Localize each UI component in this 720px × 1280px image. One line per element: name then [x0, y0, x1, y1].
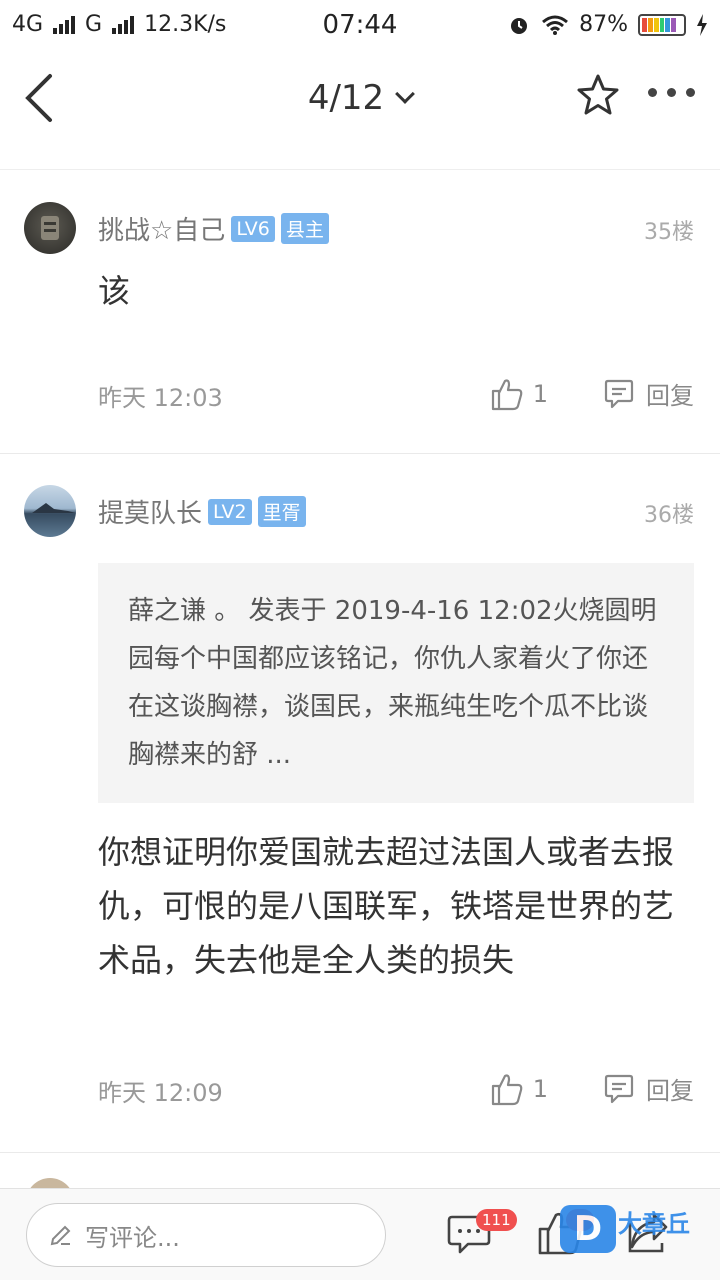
battery-icon: [638, 13, 686, 36]
page-indicator-text: 4/12: [307, 78, 385, 118]
reply-icon: [604, 379, 634, 408]
nav-bar: 4/12: [0, 50, 720, 170]
chevron-down-icon: [395, 84, 416, 104]
thumbs-up-icon: [491, 1073, 523, 1105]
like-count: 1: [532, 379, 548, 408]
avatar[interactable]: [24, 202, 76, 254]
reply-icon: [604, 1074, 634, 1103]
post-time: 昨天 12:09: [98, 1079, 223, 1107]
quoted-post[interactable]: 薛之谦 。 发表于 2019-4-16 12:02火烧圆明园每个中国都应该铭记，…: [98, 563, 694, 803]
username[interactable]: 提莫队长: [98, 493, 202, 530]
charging-icon: [697, 13, 707, 36]
star-icon[interactable]: [574, 72, 622, 120]
post-content: 你想证明你爱国就去超过法国人或者去报仇，可恨的是八国联军，铁塔是世界的艺术品，失…: [98, 833, 675, 979]
thumbs-up-icon: [491, 378, 523, 410]
post-actions: 1 回复: [491, 1071, 694, 1106]
avatar-image: [41, 216, 59, 240]
post-actions: 1 回复: [491, 376, 694, 411]
alarm-icon: [511, 17, 528, 34]
pencil-icon: [50, 1225, 71, 1246]
bottom-bar: 写评论... 111 D 大章丘: [0, 1188, 720, 1280]
like-button[interactable]: 1: [491, 377, 548, 411]
reply-button[interactable]: 回复: [604, 376, 694, 411]
title-badge: 县主: [280, 213, 329, 244]
username[interactable]: 挑战☆自己: [98, 210, 225, 247]
floor-number: 35楼: [644, 220, 694, 245]
post-content: 该: [98, 272, 131, 310]
battery-percent: 87%: [579, 12, 628, 37]
avatar[interactable]: [24, 485, 76, 537]
wifi-icon: [542, 15, 569, 35]
watermark-logo: D 大章丘: [560, 1205, 690, 1253]
watermark-text: 大章丘: [618, 1209, 690, 1238]
title-badge: 里胥: [257, 496, 306, 527]
like-count: 1: [532, 1074, 548, 1103]
level-badge: LV6: [231, 215, 275, 242]
watermark-logo-mark: D: [560, 1205, 616, 1253]
user-info: 提莫队长 LV2 里胥: [98, 493, 306, 530]
post-time: 昨天 12:03: [98, 384, 223, 412]
status-bar: 4G G 12.3K/s 07:44 87%: [0, 0, 720, 50]
like-button[interactable]: 1: [491, 1072, 548, 1106]
comment-count-badge: 111: [476, 1209, 517, 1231]
avatar-image: [32, 503, 76, 513]
level-badge: LV2: [208, 498, 252, 525]
reply-label: 回复: [646, 1077, 694, 1105]
reply-button[interactable]: 回复: [604, 1071, 694, 1106]
post-item: 挑战☆自己 LV6 县主 35楼 该 昨天 12:03 1 回复: [0, 172, 720, 454]
more-icon[interactable]: [648, 88, 695, 97]
comment-input[interactable]: 写评论...: [26, 1203, 386, 1267]
comment-placeholder: 写评论...: [85, 1223, 180, 1252]
floor-number: 36楼: [644, 503, 694, 528]
user-info: 挑战☆自己 LV6 县主: [98, 210, 329, 247]
post-item: 提莫队长 LV2 里胥 36楼 薛之谦 。 发表于 2019-4-16 12:0…: [0, 455, 720, 1153]
reply-label: 回复: [646, 382, 694, 410]
